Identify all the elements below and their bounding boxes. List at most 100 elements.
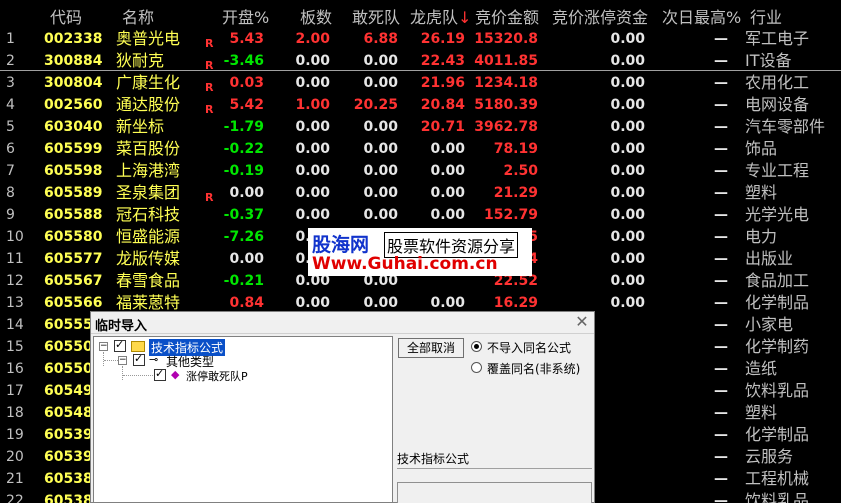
row-index: 4	[6, 97, 15, 113]
header-zt[interactable]: 竞价涨停资金	[552, 4, 648, 28]
table-row[interactable]: 2 300884 狄耐克 R -3.46 0.00 0.00 22.43 4011.85 0.00…	[0, 50, 841, 73]
row-index: 21	[6, 471, 24, 487]
limit-up-fund: 0.00	[610, 273, 645, 289]
limit-up-fund: 0.00	[610, 97, 645, 113]
open-pct: -0.21	[223, 273, 264, 289]
industry: 电力	[745, 227, 778, 246]
industry: 化学制品	[745, 293, 810, 312]
gansidui-value: 0.00	[363, 207, 398, 223]
auction-amount: 5180.39	[474, 97, 538, 113]
next-day-high: —	[714, 31, 728, 47]
industry: 造纸	[745, 359, 778, 378]
stock-name: 圣泉集团	[116, 183, 181, 202]
collapse-child-icon[interactable]: −	[118, 356, 127, 365]
next-day-high: —	[714, 75, 728, 91]
table-row[interactable]: 3 300804 广康生化 R 0.03 0.00 0.00 21.96 1234.18 0.00…	[0, 72, 841, 95]
board-count: 0.00	[295, 163, 330, 179]
header-lhd[interactable]: 龙虎队↓	[410, 4, 471, 28]
root-checkbox[interactable]	[114, 338, 126, 352]
info-divider	[397, 468, 592, 469]
stock-code: 603040	[44, 119, 103, 135]
close-icon[interactable]: ✕	[574, 314, 590, 330]
header-code[interactable]: 代码	[50, 4, 82, 28]
gansidui-value: 0.00	[363, 163, 398, 179]
row-index: 14	[6, 317, 24, 333]
header-name[interactable]: 名称	[122, 4, 154, 28]
dialog-titlebar[interactable]: 临时导入 ✕	[91, 312, 594, 334]
header-open[interactable]: 开盘%	[222, 4, 269, 28]
open-pct: -0.19	[223, 163, 264, 179]
radio-overwrite-label[interactable]: 覆盖同名(非系统)	[487, 360, 580, 377]
header-ban[interactable]: 板数	[300, 4, 332, 28]
open-pct: -0.22	[223, 141, 264, 157]
formula-tree: − 技术指标公式 − ⊸ 其他类型 ◆ 涨停敢死队P	[93, 336, 393, 503]
cancel-all-button[interactable]: 全部取消	[398, 338, 464, 358]
child-checkbox[interactable]	[133, 352, 145, 366]
industry: 农用化工	[745, 73, 810, 92]
row-index: 18	[6, 405, 24, 421]
stock-code: 300804	[44, 75, 103, 91]
header-jj[interactable]: 竞价金额	[475, 4, 539, 28]
gansidui-value: 0.00	[363, 119, 398, 135]
longhudui-value: 0.00	[430, 141, 465, 157]
header-gan[interactable]: 敢死队	[352, 4, 400, 28]
watermark-url: Www.Guhai.com.cn	[312, 254, 498, 274]
stock-code: 002338	[44, 31, 103, 47]
stock-code: 605589	[44, 185, 103, 201]
stock-code: 605577	[44, 251, 103, 267]
row-index: 20	[6, 449, 24, 465]
longhudui-value: 26.19	[420, 31, 465, 47]
collapse-root-icon[interactable]: −	[99, 342, 108, 351]
stock-code: 300884	[44, 53, 103, 69]
next-day-high: —	[714, 53, 728, 69]
industry: 专业工程	[745, 161, 810, 180]
auction-amount: 15320.8	[474, 31, 538, 47]
table-row[interactable]: 8 605589 圣泉集团 R 0.00 0.00 0.00 0.00 21.29 0.00— 塑料	[0, 182, 841, 205]
next-day-high: —	[714, 361, 728, 377]
next-day-high: —	[714, 273, 728, 289]
board-count: 0.00	[295, 185, 330, 201]
table-row[interactable]: 4 002560 通达股份 R 5.42 1.00 20.25 20.84 5180.39 0.0…	[0, 94, 841, 117]
tree-connector	[123, 375, 153, 376]
watermark-banner: 股海网 股票软件资源分享 Www.Guhai.com.cn	[308, 228, 532, 276]
leaf-checkbox[interactable]	[154, 367, 166, 381]
tree-connector	[122, 366, 123, 380]
table-row[interactable]: 5 603040 新坐标 -1.79 0.00 0.00 20.71 3962.78 0.00 —…	[0, 116, 841, 138]
board-count: 0.00	[295, 53, 330, 69]
stock-name: 龙版传媒	[116, 249, 181, 268]
gansidui-value: 0.00	[363, 75, 398, 91]
table-row[interactable]: 9 605588 冠石科技 -0.37 0.00 0.00 0.00 152.79 0.00 — 光…	[0, 204, 841, 226]
open-pct: -0.37	[223, 207, 264, 223]
tree-leaf-label[interactable]: 涨停敢死队P	[186, 368, 248, 384]
industry: 食品加工	[745, 271, 810, 290]
table-row[interactable]: 6 605599 菜百股份 -0.22 0.00 0.00 0.00 78.19 0.00 — 饰品	[0, 138, 841, 160]
radio-skip-same-name[interactable]	[471, 341, 482, 352]
board-count: 0.00	[295, 75, 330, 91]
sort-desc-icon: ↓	[458, 8, 472, 27]
dialog-title: 临时导入	[95, 319, 148, 334]
stock-name: 福莱蒽特	[116, 293, 181, 312]
table-row[interactable]: 1 002338 奥普光电 R 5.43 2.00 6.88 26.19 15320.8 0.00…	[0, 28, 841, 51]
limit-up-fund: 0.00	[610, 251, 645, 267]
longhudui-value: 20.71	[420, 119, 465, 135]
next-day-high: —	[714, 339, 728, 355]
stock-name: 冠石科技	[116, 205, 181, 224]
industry: 工程机械	[745, 469, 810, 488]
radio-overwrite-same-name[interactable]	[471, 362, 482, 373]
open-pct: 0.00	[229, 251, 264, 267]
radio-skip-label[interactable]: 不导入同名公式	[487, 339, 571, 356]
board-count: 0.00	[295, 141, 330, 157]
header-ind[interactable]: 行业	[750, 4, 782, 28]
stock-name: 新坐标	[116, 117, 165, 136]
limit-up-fund: 0.00	[610, 295, 645, 311]
industry: IT设备	[745, 51, 792, 70]
gansidui-value: 0.00	[363, 185, 398, 201]
info-label: 技术指标公式	[397, 452, 470, 466]
folder-icon	[131, 341, 145, 352]
table-row[interactable]: 7 605598 上海港湾 -0.19 0.00 0.00 0.00 2.50 0.00 — 专业工…	[0, 160, 841, 182]
board-count: 0.00	[295, 119, 330, 135]
open-pct: 5.42	[229, 97, 264, 113]
row-index: 5	[6, 119, 15, 135]
header-cr[interactable]: 次日最高%	[662, 4, 741, 28]
longhudui-value: 0.00	[430, 295, 465, 311]
